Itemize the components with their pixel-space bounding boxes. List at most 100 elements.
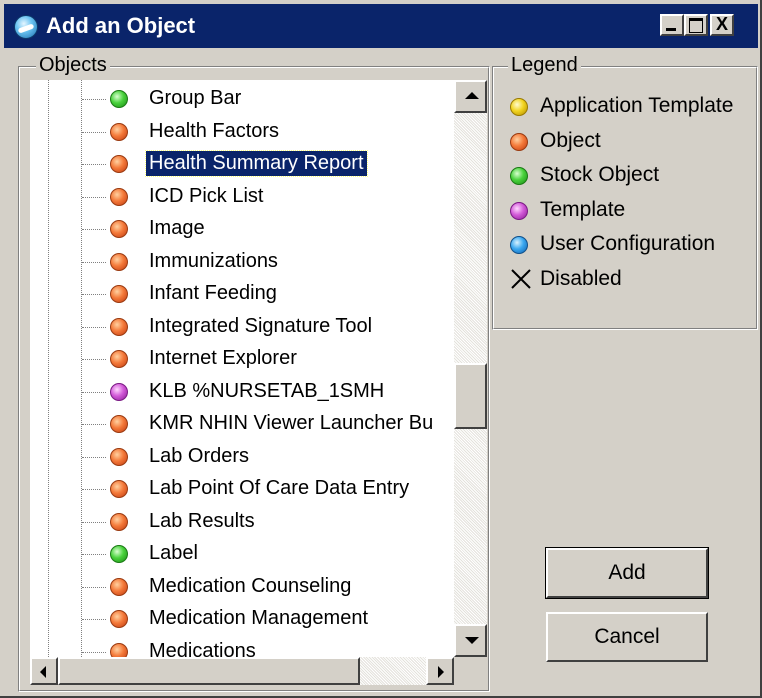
horizontal-scrollbar[interactable]	[30, 657, 454, 685]
tree-connector-line	[82, 521, 106, 523]
scrollbar-corner	[454, 657, 487, 685]
tree-item[interactable]: Lab Results	[30, 506, 456, 538]
legend-item: Stock Object	[510, 161, 755, 191]
legend-item-label: Application Template	[540, 94, 734, 117]
tree-item[interactable]: Medication Counseling	[30, 571, 456, 603]
minimize-button[interactable]	[660, 14, 684, 36]
orange-dot-icon	[110, 512, 128, 531]
legend-item-label: Template	[540, 197, 626, 221]
tree-item[interactable]: KLB %NURSETAB_1SMH	[30, 376, 456, 408]
legend-item: User Configuration	[510, 230, 755, 260]
add-button[interactable]: Add	[545, 547, 709, 599]
legend-item-label: Object	[540, 128, 601, 152]
tree-item[interactable]: Immunizations	[30, 246, 456, 278]
vertical-scroll-thumb[interactable]	[454, 363, 487, 429]
legend-item: Disabled	[510, 265, 755, 295]
tree-item-label: Medications	[149, 639, 256, 658]
close-button[interactable]: X	[710, 14, 734, 36]
tree-item[interactable]: Medication Management	[30, 603, 456, 635]
orange-dot-icon	[110, 350, 128, 368]
orange-dot-icon	[110, 610, 128, 628]
app-globe-icon	[14, 15, 38, 39]
arrow-down-icon	[465, 637, 479, 644]
arrow-up-icon	[465, 92, 479, 99]
purple-dot-icon	[510, 201, 528, 220]
tree-connector-line	[82, 424, 106, 425]
arrow-right-icon	[438, 666, 444, 678]
tree-item-label: Infant Feeding	[149, 282, 277, 304]
orange-dot-icon	[110, 155, 128, 173]
blue-dot-icon	[510, 236, 528, 254]
tree-connector-line	[82, 489, 106, 490]
tree-item-label: KLB %NURSETAB_1SMH	[149, 379, 385, 402]
orange-dot-icon	[110, 220, 128, 238]
tree-connector-line	[82, 651, 106, 653]
tree-item-label: Lab Orders	[149, 444, 250, 467]
disabled-x-icon	[511, 268, 531, 289]
tree-item[interactable]: ICD Pick List	[30, 181, 456, 213]
tree-item[interactable]: Lab Orders	[30, 441, 456, 473]
orange-dot-icon	[110, 252, 128, 271]
tree-item-label: Health Summary Report	[145, 150, 368, 177]
tree-item-label: ICD Pick List	[149, 184, 264, 207]
title-bar[interactable]: Add an Object X	[4, 4, 758, 48]
scroll-up-button[interactable]	[454, 80, 487, 113]
tree-item-label: Label	[149, 542, 198, 564]
tree-item-label: Group Bar	[149, 87, 242, 109]
tree-item-label: Internet Explorer	[149, 347, 297, 369]
tree-connector-line	[82, 619, 106, 620]
tree-item-label: Health Factors	[149, 119, 280, 142]
orange-dot-icon	[110, 415, 128, 433]
tree-connector-line	[82, 326, 106, 328]
objects-group-label: Objects	[36, 54, 110, 77]
green-dot-icon	[510, 167, 528, 185]
tree-item[interactable]: Group Bar	[30, 83, 456, 115]
tree-connector-line	[82, 586, 106, 588]
tree-item[interactable]: Health Factors	[30, 116, 456, 148]
cancel-button[interactable]: Cancel	[546, 612, 708, 662]
scroll-down-button[interactable]	[454, 624, 487, 657]
tree-connector-line	[82, 196, 106, 198]
orange-dot-icon	[110, 447, 128, 466]
scroll-right-button[interactable]	[426, 657, 454, 685]
green-dot-icon	[110, 90, 128, 108]
orange-dot-icon	[110, 285, 128, 303]
tree-item-label: KMR NHIN Viewer Launcher Bu	[149, 412, 434, 434]
tree-item[interactable]: Internet Explorer	[30, 343, 456, 375]
tree-item[interactable]: Image	[30, 213, 456, 245]
tree-connector-line	[82, 456, 106, 458]
legend-item: Application Template	[510, 92, 755, 122]
orange-dot-icon	[110, 480, 128, 498]
tree-item[interactable]: Integrated Signature Tool	[30, 311, 456, 343]
orange-dot-icon	[510, 132, 528, 151]
orange-dot-icon	[110, 122, 128, 141]
horizontal-scroll-thumb[interactable]	[58, 657, 360, 685]
tree-connector-line	[82, 359, 106, 360]
tree-item-label: Lab Point Of Care Data Entry	[149, 477, 410, 499]
tree-item-label: Medication Counseling	[149, 574, 352, 597]
objects-tree[interactable]: Group Bar Health Factors Health Summary Re…	[30, 80, 456, 657]
tree-item[interactable]: Infant Feeding	[30, 278, 456, 310]
legend-item-label: User Configuration	[540, 232, 716, 255]
maximize-button[interactable]	[684, 14, 708, 36]
tree-item-label: Integrated Signature Tool	[149, 314, 373, 337]
tree-item[interactable]: Medications	[30, 636, 456, 658]
legend-item-label: Disabled	[540, 266, 622, 290]
orange-dot-icon	[110, 642, 128, 657]
arrow-left-icon	[40, 666, 46, 678]
add-object-dialog: Add an Object X Objects Group Bar Health …	[0, 0, 762, 698]
tree-item[interactable]: Health Summary Report	[30, 148, 456, 180]
scroll-left-button[interactable]	[30, 657, 58, 685]
tree-item[interactable]: Label	[30, 538, 456, 570]
tree-item-label: Lab Results	[149, 509, 255, 532]
legend-item-label: Stock Object	[540, 163, 660, 186]
legend-group-label: Legend	[508, 54, 581, 77]
tree-connector-line	[82, 294, 106, 295]
purple-dot-icon	[110, 382, 128, 401]
vertical-scrollbar[interactable]	[454, 80, 487, 657]
green-dot-icon	[110, 545, 128, 563]
tree-item[interactable]: Lab Point Of Care Data Entry	[30, 473, 456, 505]
tree-item[interactable]: KMR NHIN Viewer Launcher Bu	[30, 408, 456, 440]
close-icon: X	[715, 14, 728, 34]
tree-connector-line	[82, 391, 106, 393]
